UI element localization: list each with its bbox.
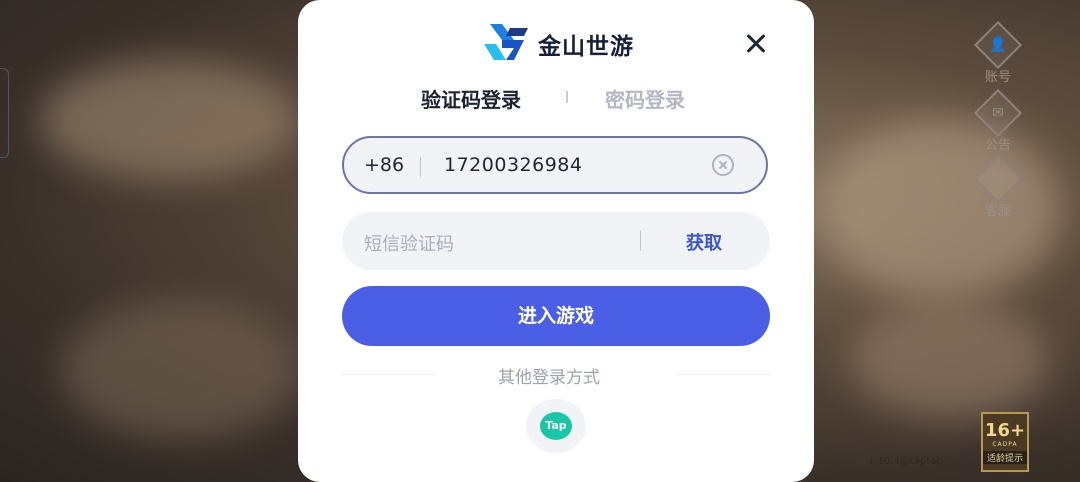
version-text: 1.10.4@taptap <box>868 456 943 467</box>
account-button[interactable]: 👤 账号 <box>968 20 1028 85</box>
close-button[interactable] <box>740 28 772 60</box>
support-icon: ☏ <box>989 171 1007 187</box>
taptap-login-button[interactable]: Tap <box>526 399 586 453</box>
side-handle[interactable] <box>0 68 9 158</box>
code-divider <box>640 231 641 251</box>
age-tip-label: 适龄提示 <box>983 451 1027 464</box>
tab-divider <box>566 91 568 103</box>
account-icon: 👤 <box>989 37 1007 53</box>
other-login-label: 其他登录方式 <box>498 368 600 388</box>
notice-button[interactable]: ✉ 公告 <box>968 88 1028 153</box>
brand-logo-icon <box>484 24 528 60</box>
brand-logo: 金山世游 <box>480 20 634 68</box>
divider-right <box>676 374 770 375</box>
age-rating-badge[interactable]: 16+ CADPA 适龄提示 <box>981 412 1029 472</box>
enter-game-button[interactable]: 进入游戏 <box>342 286 770 346</box>
phone-input[interactable]: 17200326984 <box>444 154 582 176</box>
tab-sms-login[interactable]: 验证码登录 <box>421 84 521 113</box>
age-rating: 16+ <box>984 420 1026 441</box>
country-code-selector[interactable]: +86 <box>364 154 404 176</box>
phone-field[interactable]: +86 17200326984 <box>342 136 768 194</box>
age-rating-org: CADPA <box>992 441 1018 448</box>
brand-name: 金山世游 <box>538 34 634 60</box>
sms-code-input[interactable]: 短信验证码 <box>364 230 454 256</box>
support-button[interactable]: ☏ 客服 <box>968 154 1028 219</box>
tab-password-login[interactable]: 密码登录 <box>605 84 685 113</box>
get-code-button[interactable]: 获取 <box>686 229 722 255</box>
divider-left <box>342 374 436 375</box>
notice-icon: ✉ <box>992 105 1004 121</box>
clear-icon[interactable] <box>712 154 734 176</box>
phone-divider <box>420 157 421 177</box>
taptap-icon: Tap <box>540 412 572 440</box>
sms-code-field[interactable]: 短信验证码 获取 <box>342 212 770 270</box>
